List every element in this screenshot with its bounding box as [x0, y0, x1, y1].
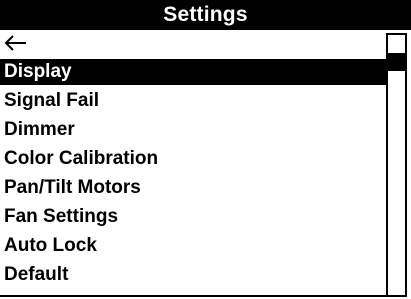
- page-title: Settings: [163, 3, 248, 26]
- back-button[interactable]: [4, 30, 386, 56]
- menu-bottom-border: [0, 295, 388, 297]
- title-bar: Settings: [0, 0, 411, 30]
- menu-item-dimmer[interactable]: Dimmer: [0, 117, 386, 143]
- menu-item-label: Dimmer: [4, 119, 75, 140]
- menu-item-signal-fail[interactable]: Signal Fail: [0, 88, 386, 114]
- menu-item-label: Display: [4, 61, 72, 82]
- menu-item-label: Color Calibration: [4, 148, 159, 169]
- menu-item-display[interactable]: Display: [0, 59, 386, 85]
- menu-item-pan-tilt-motors[interactable]: Pan/Tilt Motors: [0, 175, 386, 201]
- settings-screen: Settings Display Signal Fail Dimmer Colo…: [0, 0, 411, 299]
- scrollbar[interactable]: [386, 33, 407, 297]
- menu-item-color-calibration[interactable]: Color Calibration: [0, 146, 386, 172]
- arrow-left-icon: [4, 35, 28, 51]
- menu-item-default[interactable]: Default: [0, 262, 386, 288]
- menu-item-label: Pan/Tilt Motors: [4, 177, 141, 198]
- menu-item-label: Fan Settings: [4, 206, 119, 227]
- menu-item-label: Signal Fail: [4, 90, 100, 111]
- settings-menu: Display Signal Fail Dimmer Color Calibra…: [0, 30, 386, 297]
- menu-item-label: Default: [4, 264, 69, 285]
- menu-item-fan-settings[interactable]: Fan Settings: [0, 204, 386, 230]
- menu-item-label: Auto Lock: [4, 235, 97, 256]
- menu-item-auto-lock[interactable]: Auto Lock: [0, 233, 386, 259]
- scrollbar-thumb[interactable]: [388, 53, 405, 71]
